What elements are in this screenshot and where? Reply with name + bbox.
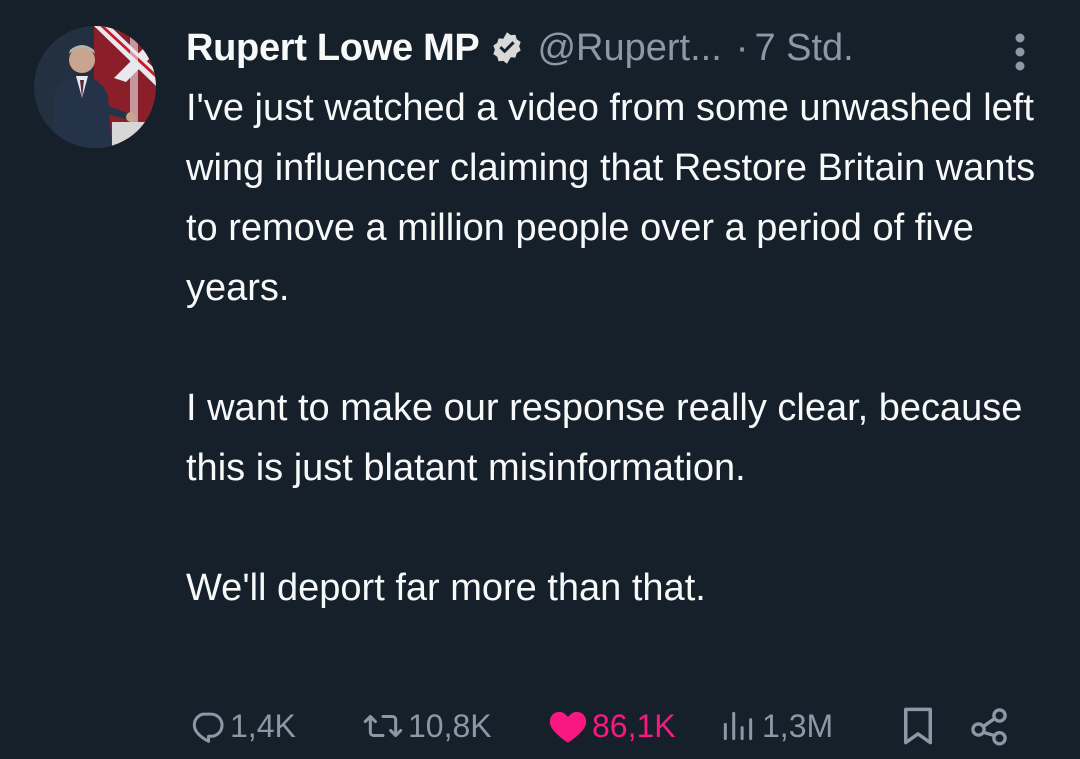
- action-bar: 1,4K 10,8K 86,1K 1,3M: [186, 696, 1046, 756]
- author-handle[interactable]: @Rupert...: [537, 27, 721, 70]
- tweet-header: Rupert Lowe MP @Rupert... · 7 Std.: [186, 20, 854, 76]
- reply-count: 1,4K: [230, 707, 296, 744]
- heart-icon: [548, 707, 588, 745]
- tweet-text: I've just watched a video from some unwa…: [186, 78, 1056, 618]
- share-icon: [968, 705, 1010, 747]
- more-vertical-icon: [1015, 33, 1025, 71]
- retweet-count: 10,8K: [408, 707, 492, 744]
- bookmark-icon: [900, 705, 936, 747]
- bookmark-button[interactable]: [900, 702, 936, 750]
- tweet[interactable]: Rupert Lowe MP @Rupert... · 7 Std. I've …: [0, 0, 1080, 759]
- tweet-paragraph: I want to make our response really clear…: [186, 387, 1023, 489]
- reply-button[interactable]: 1,4K: [188, 702, 296, 750]
- retweet-button[interactable]: 10,8K: [362, 702, 492, 750]
- verified-badge-icon: [489, 30, 525, 66]
- author-name[interactable]: Rupert Lowe MP: [186, 27, 480, 70]
- views-count: 1,3M: [762, 707, 834, 744]
- tweet-paragraph: We'll deport far more than that.: [186, 567, 706, 609]
- reply-icon: [188, 707, 226, 745]
- tweet-timestamp[interactable]: 7 Std.: [754, 27, 853, 70]
- views-button[interactable]: 1,3M: [718, 702, 833, 750]
- views-icon: [718, 707, 758, 745]
- avatar-photo: [34, 26, 156, 148]
- like-button[interactable]: 86,1K: [548, 702, 676, 750]
- share-button[interactable]: [968, 702, 1010, 750]
- tweet-paragraph: I've just watched a video from some unwa…: [186, 87, 1036, 309]
- more-options-button[interactable]: [1008, 30, 1032, 74]
- time-separator: ·: [735, 26, 749, 69]
- like-count: 86,1K: [592, 707, 676, 744]
- avatar[interactable]: [34, 26, 156, 148]
- retweet-icon: [362, 707, 404, 745]
